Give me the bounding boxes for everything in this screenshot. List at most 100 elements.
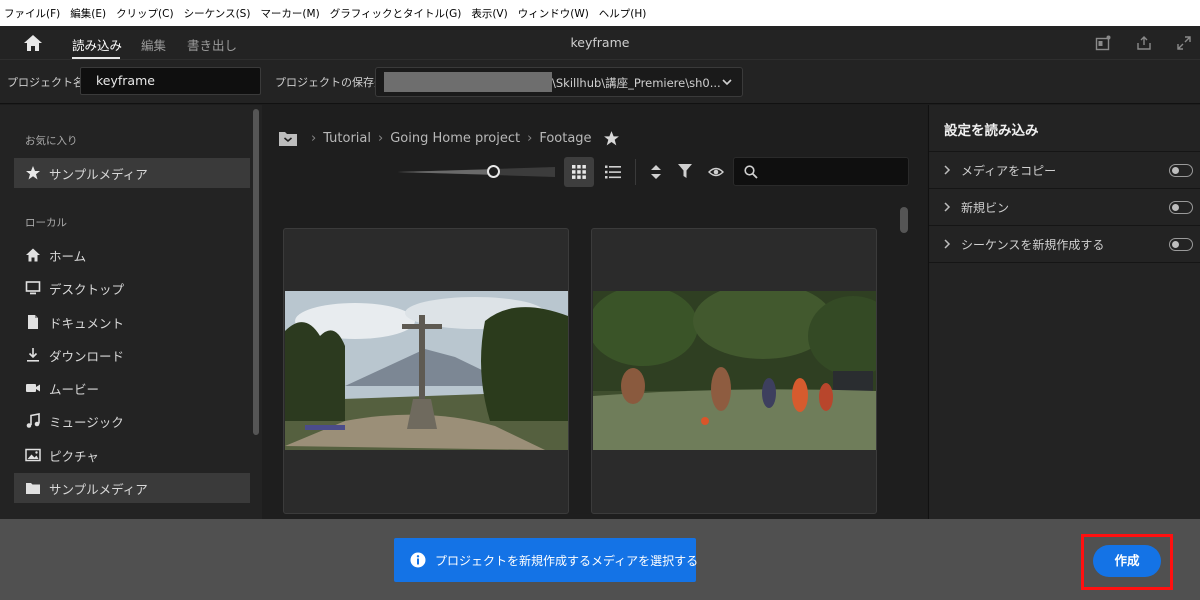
sidebar-item-label: ドキュメント bbox=[49, 315, 125, 331]
filter-icon[interactable] bbox=[678, 164, 692, 179]
local-heading: ローカル bbox=[25, 217, 67, 229]
grid-scrollbar[interactable] bbox=[900, 207, 908, 233]
sidebar-item-label: サンプルメディア bbox=[49, 481, 148, 497]
media-browser: › Tutorial › Going Home project › Footag… bbox=[262, 105, 927, 519]
project-settings-row: プロジェクト名 keyframe プロジェクトの保存先 \Skillhub\講座… bbox=[0, 60, 1200, 104]
window-title: keyframe bbox=[570, 35, 630, 50]
menu-edit[interactable]: 編集(E) bbox=[70, 6, 106, 21]
workspace-header: 読み込み 編集 書き出し keyframe bbox=[0, 26, 1200, 60]
favorites-heading: お気に入り bbox=[25, 135, 78, 147]
share-icon[interactable] bbox=[1136, 35, 1152, 51]
sidebar-item-downloads[interactable]: ダウンロード bbox=[14, 340, 250, 370]
star-icon[interactable] bbox=[603, 130, 620, 147]
sidebar-item-movies[interactable]: ムービー bbox=[14, 373, 250, 403]
media-clip-card[interactable] bbox=[591, 228, 877, 514]
folder-icon bbox=[26, 483, 40, 494]
menu-graphics[interactable]: グラフィックとタイトル(G) bbox=[330, 6, 462, 21]
sidebar-item-favorite-sample-media[interactable]: サンプルメディア bbox=[14, 158, 250, 188]
download-icon bbox=[27, 348, 39, 362]
menu-file[interactable]: ファイル(F) bbox=[4, 6, 60, 21]
folder-menu-icon[interactable] bbox=[278, 130, 298, 147]
breadcrumb-separator: › bbox=[378, 131, 384, 146]
sort-icon[interactable] bbox=[650, 164, 662, 180]
menu-bar: ファイル(F) 編集(E) クリップ(C) シーケンス(S) マーカー(M) グ… bbox=[0, 0, 1200, 26]
video-camera-icon bbox=[26, 384, 40, 392]
menu-window[interactable]: ウィンドウ(W) bbox=[518, 6, 589, 21]
search-input[interactable] bbox=[733, 157, 909, 186]
project-location-label: プロジェクトの保存先 bbox=[275, 76, 385, 89]
grid-icon bbox=[572, 165, 586, 179]
import-settings-title: 設定を読み込み bbox=[944, 123, 1039, 139]
grid-view-button[interactable] bbox=[564, 157, 594, 187]
copy-media-toggle[interactable] bbox=[1169, 164, 1193, 177]
sidebar-item-desktop[interactable]: デスクトップ bbox=[14, 273, 250, 303]
breadcrumb-item[interactable]: Footage bbox=[539, 131, 591, 146]
sidebar-item-label: ムービー bbox=[49, 381, 100, 397]
redacted-path bbox=[384, 72, 552, 92]
active-tab-indicator bbox=[72, 57, 120, 59]
eye-icon[interactable] bbox=[708, 166, 724, 178]
chevron-down-icon bbox=[722, 79, 732, 86]
fullscreen-icon[interactable] bbox=[1176, 35, 1192, 51]
info-icon bbox=[410, 552, 426, 568]
sidebar-item-label: ミュージック bbox=[49, 414, 124, 430]
breadcrumb-separator: › bbox=[527, 131, 533, 146]
sidebar-item-pictures[interactable]: ピクチャ bbox=[14, 440, 250, 470]
setting-new-bin[interactable]: 新規ビン bbox=[929, 188, 1200, 225]
menu-view[interactable]: 表示(V) bbox=[471, 6, 507, 21]
slider-handle[interactable] bbox=[487, 165, 500, 178]
clip-thumbnail-cross-hill bbox=[285, 291, 568, 450]
music-note-icon bbox=[26, 413, 40, 428]
setting-copy-media[interactable]: メディアをコピー bbox=[929, 151, 1200, 188]
setting-label: メディアをコピー bbox=[961, 164, 1057, 178]
menu-markers[interactable]: マーカー(M) bbox=[260, 6, 319, 21]
workspaces-icon[interactable] bbox=[1095, 35, 1111, 51]
menu-sequence[interactable]: シーケンス(S) bbox=[184, 6, 251, 21]
project-name-input[interactable]: keyframe bbox=[80, 67, 261, 95]
media-clip-card[interactable] bbox=[283, 228, 569, 514]
sidebar-item-home[interactable]: ホーム bbox=[14, 240, 250, 270]
search-icon bbox=[744, 165, 758, 179]
breadcrumb-separator: › bbox=[311, 131, 317, 146]
sidebar-item-label: サンプルメディア bbox=[49, 166, 148, 182]
list-view-button[interactable] bbox=[598, 157, 628, 187]
tab-import[interactable]: 読み込み bbox=[72, 35, 122, 54]
tab-edit[interactable]: 編集 bbox=[141, 35, 166, 54]
sidebar-item-label: ホーム bbox=[49, 248, 87, 264]
breadcrumb-item[interactable]: Going Home project bbox=[390, 131, 520, 146]
setting-new-sequence[interactable]: シーケンスを新規作成する bbox=[929, 225, 1200, 262]
breadcrumb-item[interactable]: Tutorial bbox=[323, 131, 371, 146]
clip-thumbnail-kids-football bbox=[593, 291, 876, 450]
picture-icon bbox=[25, 448, 41, 462]
chevron-right-icon bbox=[944, 202, 951, 212]
document-icon bbox=[28, 315, 38, 329]
sidebar-scrollbar[interactable] bbox=[253, 109, 259, 435]
home-icon[interactable] bbox=[22, 34, 44, 52]
star-icon bbox=[26, 166, 40, 180]
sidebar-item-music[interactable]: ミュージック bbox=[14, 406, 250, 436]
setting-label: 新規ビン bbox=[961, 201, 1010, 215]
create-button[interactable]: 作成 bbox=[1093, 545, 1161, 577]
menu-clip[interactable]: クリップ(C) bbox=[116, 6, 174, 21]
location-sidebar: お気に入り サンプルメディア ローカル ホーム デスクトップ ドキュメント ダウ… bbox=[0, 105, 262, 519]
project-name-label: プロジェクト名 bbox=[7, 76, 84, 89]
sidebar-item-sample-media[interactable]: サンプルメディア bbox=[14, 473, 250, 503]
sidebar-item-label: ピクチャ bbox=[49, 448, 99, 464]
sidebar-item-label: ダウンロード bbox=[49, 348, 125, 364]
tab-export[interactable]: 書き出し bbox=[187, 35, 237, 54]
monitor-icon bbox=[25, 281, 41, 295]
thumbnail-size-slider[interactable] bbox=[397, 167, 555, 177]
panel-divider bbox=[929, 262, 1200, 263]
new-sequence-toggle[interactable] bbox=[1169, 238, 1193, 251]
new-bin-toggle[interactable] bbox=[1169, 201, 1193, 214]
setting-label: シーケンスを新規作成する bbox=[961, 238, 1105, 252]
toolbar-divider bbox=[635, 159, 636, 185]
project-location-select[interactable]: \Skillhub\講座_Premiere\sh0... bbox=[375, 67, 743, 97]
import-settings-panel: 設定を読み込み メディアをコピー 新規ビン シーケンスを新規作成する bbox=[928, 105, 1200, 519]
sidebar-item-documents[interactable]: ドキュメント bbox=[14, 307, 250, 337]
chevron-right-icon bbox=[944, 165, 951, 175]
sidebar-item-label: デスクトップ bbox=[49, 281, 125, 297]
footer-bar: プロジェクトを新規作成するメディアを選択する 作成 bbox=[0, 519, 1200, 600]
breadcrumb: › Tutorial › Going Home project › Footag… bbox=[278, 130, 620, 147]
menu-help[interactable]: ヘルプ(H) bbox=[599, 6, 647, 21]
